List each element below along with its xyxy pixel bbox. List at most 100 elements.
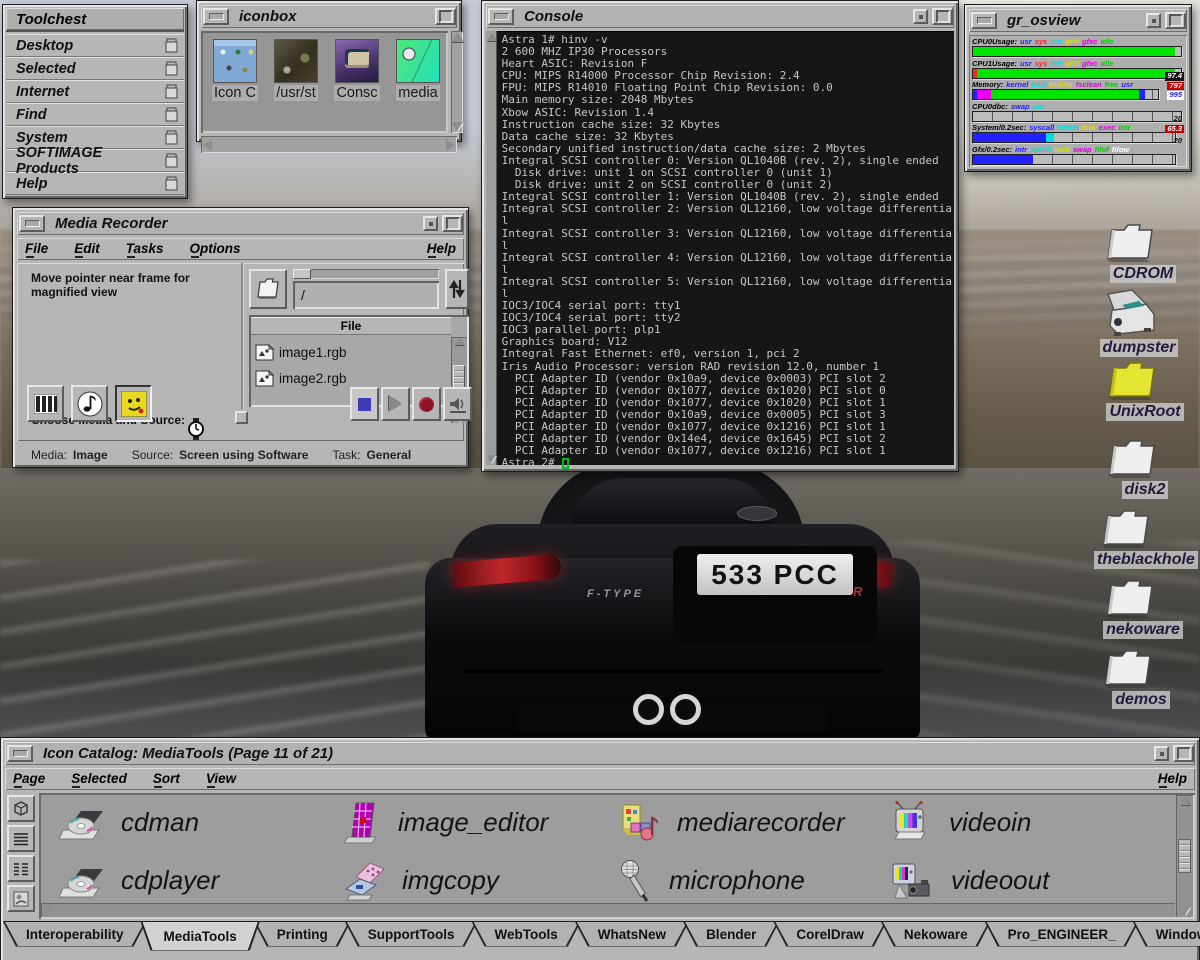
console-titlebar[interactable]: Console [486, 5, 954, 28]
catalog-horizontal-scrollbar[interactable] [41, 903, 1175, 917]
iconbox-item-console[interactable]: Consc [333, 39, 381, 133]
iconbox-vertical-scrollbar[interactable] [451, 31, 463, 133]
record-button[interactable] [412, 387, 441, 421]
scrollbar-thumb[interactable] [1178, 839, 1191, 873]
toolchest-item-find[interactable]: Find [6, 103, 184, 126]
iconbox-item-icon-catalog[interactable]: Icon C [211, 39, 259, 133]
maximize-button[interactable] [435, 8, 456, 25]
catalog-icon-cdplayer[interactable]: cdplayer [59, 857, 342, 904]
console-prompt-row[interactable]: Astra 2# [497, 457, 954, 469]
desktop-icon-disk2[interactable]: disk2 [1100, 438, 1190, 499]
window-menu-button[interactable] [971, 12, 997, 29]
file-row-image1[interactable]: image1.rgb [255, 339, 469, 365]
scroll-right-icon[interactable] [446, 139, 455, 151]
tab-windows95[interactable]: Windows95 [1133, 921, 1200, 946]
tab-mediatools-active[interactable]: MediaTools [141, 921, 260, 950]
desktop-icon-unixroot[interactable]: UnixRoot [1100, 360, 1190, 421]
toolchest-item-selected[interactable]: Selected [6, 57, 184, 80]
toolchest-item-softimage[interactable]: SOFTIMAGE Products [6, 149, 184, 172]
maximize-button[interactable] [1165, 12, 1186, 29]
menu-view[interactable]: View [206, 771, 236, 788]
iconbox-item-media[interactable]: media [394, 39, 442, 133]
menu-selected[interactable]: Selected [71, 771, 127, 788]
media-recorder-titlebar[interactable]: Media Recorder [17, 212, 464, 235]
minimize-button[interactable] [423, 216, 438, 231]
play-button[interactable] [381, 387, 410, 421]
path-input[interactable]: / [293, 281, 439, 309]
slider-thumb[interactable] [293, 269, 311, 279]
iconbox-item-usr[interactable]: /usr/st [272, 39, 320, 133]
window-menu-button[interactable] [7, 745, 33, 762]
minimize-button[interactable] [913, 9, 928, 24]
panel-resize-knob[interactable] [235, 411, 248, 424]
tab-blender[interactable]: Blender [683, 921, 779, 946]
movie-media-button[interactable] [27, 385, 64, 422]
list-view-tool-button[interactable] [7, 825, 35, 852]
maximize-button[interactable] [442, 215, 463, 232]
catalog-icon-cdman[interactable]: cdman [59, 799, 342, 846]
tab-nekoware[interactable]: Nekoware [881, 921, 991, 946]
tab-interoperability[interactable]: Interoperability [3, 921, 147, 946]
maximize-button[interactable] [932, 8, 953, 25]
scroll-up-icon[interactable] [1180, 797, 1190, 805]
icon-view-tool-button[interactable] [7, 795, 35, 822]
toolchest-titlebar[interactable]: Toolchest [6, 8, 184, 32]
scroll-up-icon[interactable] [451, 33, 463, 42]
catalog-icon-mediarecorder[interactable]: mediarecorder [617, 799, 889, 846]
maximize-button[interactable] [1173, 745, 1194, 762]
stop-button[interactable] [350, 387, 379, 421]
parent-folder-button[interactable] [249, 269, 287, 309]
scroll-down-icon[interactable] [486, 455, 496, 463]
catalog-icon-microphone[interactable]: microphone [617, 857, 889, 904]
catalog-icon-videoout[interactable]: videoout [889, 857, 1195, 904]
scroll-up-icon[interactable] [454, 338, 464, 345]
tab-supporttools[interactable]: SupportTools [345, 921, 478, 946]
menu-file[interactable]: File [25, 241, 48, 258]
tab-printing[interactable]: Printing [254, 921, 351, 946]
menu-help[interactable]: Help [427, 241, 456, 258]
tab-coreldraw[interactable]: CorelDraw [773, 921, 887, 946]
menu-edit[interactable]: Edit [74, 241, 100, 258]
tab-webtools[interactable]: WebTools [472, 921, 581, 946]
scroll-up-icon[interactable] [486, 33, 496, 41]
catalog-icon-image-editor[interactable]: image_editor [342, 799, 617, 846]
window-menu-button[interactable] [203, 8, 229, 25]
window-menu-button[interactable] [19, 215, 45, 232]
tab-whatsnew[interactable]: WhatsNew [575, 921, 689, 946]
menu-sort[interactable]: Sort [153, 771, 180, 788]
desktop-icon-dumpster[interactable]: dumpster [1094, 288, 1184, 357]
menu-help[interactable]: Help [1158, 771, 1187, 788]
scroll-left-icon[interactable] [203, 139, 212, 151]
path-history-slider[interactable] [293, 269, 439, 279]
iconbox-horizontal-scrollbar[interactable] [201, 136, 457, 153]
catalog-icon-videoin[interactable]: videoin [889, 799, 1195, 846]
image-media-button-selected[interactable] [115, 385, 152, 422]
gr-osview-titlebar[interactable]: gr_osview [969, 9, 1187, 32]
catalog-vertical-scrollbar[interactable] [1176, 795, 1193, 917]
console-scrollbar[interactable] [486, 31, 497, 465]
toolchest-item-desktop[interactable]: Desktop [6, 34, 184, 57]
grid-view-tool-button[interactable] [7, 855, 35, 882]
minimize-button[interactable] [1146, 13, 1161, 28]
desktop-icon-nekoware[interactable]: nekoware [1098, 578, 1188, 639]
menu-tasks[interactable]: Tasks [126, 241, 164, 258]
desktop-icon-cdrom[interactable]: CDROM [1098, 222, 1188, 283]
desktop-icon-theblackhole[interactable]: theblackhole [1094, 508, 1184, 569]
scroll-left-icon[interactable] [43, 905, 51, 915]
audio-media-button[interactable] [71, 385, 108, 422]
desktop-icon-demos[interactable]: demos [1096, 648, 1186, 709]
menu-page[interactable]: Page [13, 771, 45, 788]
scroll-down-icon[interactable] [451, 122, 463, 131]
tab-pro-engineer[interactable]: Pro_ENGINEER_ [985, 921, 1139, 946]
iconbox-titlebar[interactable]: iconbox [201, 5, 457, 28]
scroll-down-icon[interactable] [1180, 907, 1190, 915]
toolchest-item-internet[interactable]: Internet [6, 80, 184, 103]
rescan-button[interactable] [445, 269, 469, 309]
monitor-audio-button[interactable] [443, 387, 472, 421]
console-output[interactable]: Astra 1# hinv -v 2 600 MHZ IP30 Processo… [497, 31, 954, 457]
file-list-header[interactable]: File [251, 317, 451, 335]
drop-pocket-button[interactable] [7, 885, 35, 912]
catalog-icon-imgcopy[interactable]: imgcopy [342, 857, 617, 904]
window-menu-button[interactable] [488, 8, 514, 25]
menu-options[interactable]: Options [190, 241, 241, 258]
